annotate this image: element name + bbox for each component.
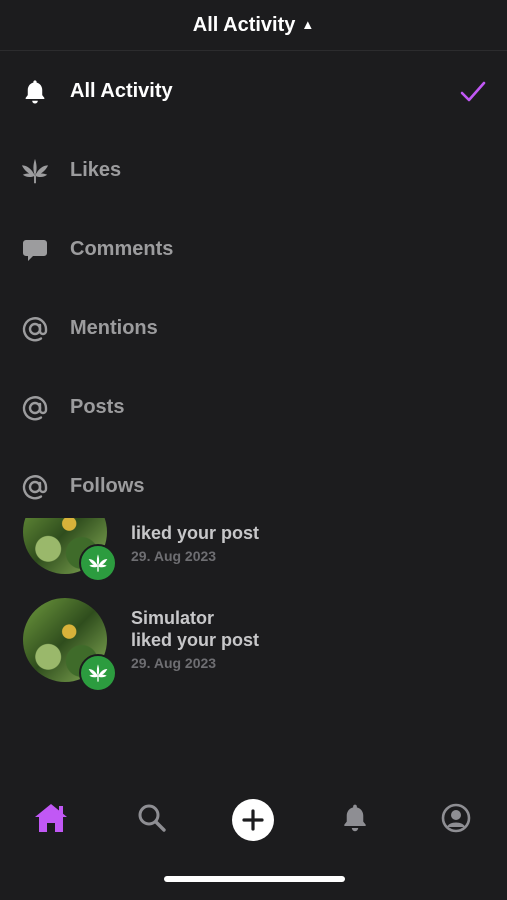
home-indicator[interactable]: [164, 876, 345, 882]
search-icon: [136, 802, 168, 839]
tab-notifications[interactable]: [325, 795, 385, 845]
menu-item-posts[interactable]: Posts: [0, 368, 507, 447]
profile-icon: [440, 802, 472, 839]
menu-label-comments: Comments: [70, 238, 174, 260]
tab-bar: [0, 790, 507, 850]
tab-search[interactable]: [122, 795, 182, 845]
notification-action: liked your post: [131, 630, 260, 650]
activity-filter-header[interactable]: All Activity ▲: [0, 0, 507, 51]
notification-username[interactable]: Simulator: [131, 608, 214, 629]
caret-up-icon: ▲: [301, 16, 315, 32]
menu-label-likes: Likes: [70, 159, 122, 181]
notification-date: 29. Aug 2023: [131, 655, 217, 671]
tab-home[interactable]: [21, 795, 81, 845]
menu-label-all-activity: All Activity: [70, 80, 173, 102]
at-icon: [20, 472, 50, 502]
menu-label-posts: Posts: [70, 396, 125, 418]
notification-action: liked your post: [131, 523, 260, 543]
leaf-badge-icon: [79, 654, 117, 692]
list-item[interactable]: liked your post 29. Aug 2023: [0, 518, 507, 582]
leaf-icon: [20, 156, 50, 186]
menu-item-all-activity[interactable]: All Activity: [0, 52, 507, 131]
bell-icon: [339, 802, 371, 839]
menu-item-follows[interactable]: Follows: [0, 447, 507, 526]
menu-label-follows: Follows: [70, 475, 145, 497]
bell-icon: [20, 77, 50, 107]
notification-date: 29. Aug 2023: [131, 548, 217, 564]
at-icon: [20, 314, 50, 344]
menu-item-mentions[interactable]: Mentions: [0, 289, 507, 368]
list-item[interactable]: Simulator liked your post 29. Aug 2023: [0, 598, 507, 692]
home-icon: [33, 801, 69, 840]
leaf-badge-icon: [79, 544, 117, 582]
activity-filter-menu: All Activity Likes Comments Mentions Pos…: [0, 52, 507, 526]
header-title-text: All Activity: [192, 13, 296, 36]
menu-item-likes[interactable]: Likes: [0, 131, 507, 210]
checkmark-icon: [459, 78, 487, 106]
tab-create[interactable]: [223, 795, 283, 845]
activity-feed: liked your post 29. Aug 2023 Simulator l…: [0, 518, 507, 708]
comment-icon: [20, 235, 50, 265]
menu-item-comments[interactable]: Comments: [0, 210, 507, 289]
plus-icon: [232, 799, 275, 841]
header-title[interactable]: All Activity ▲: [193, 14, 315, 37]
tab-profile[interactable]: [426, 795, 486, 845]
menu-label-mentions: Mentions: [70, 317, 158, 339]
at-icon: [20, 393, 50, 423]
